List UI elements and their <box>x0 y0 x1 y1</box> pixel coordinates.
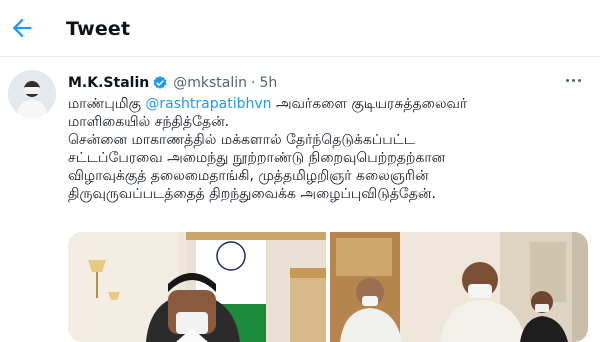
tweet-photo-2[interactable] <box>330 232 588 342</box>
tweet-line: விழாவுக்குத் தலைமைதாங்கி, முத்தமிழறிஞர் … <box>68 168 429 184</box>
author-row: M.K.Stalin @mkstalin · 5h <box>68 73 277 93</box>
tweet-line: சென்னை மாகாணத்தில் மக்களால் தேர்ந்தெடுக்… <box>68 132 415 148</box>
more-horizontal-icon <box>566 78 569 82</box>
avatar-image <box>8 70 56 118</box>
page-title: Tweet <box>66 18 131 40</box>
arrow-left-icon <box>12 18 32 38</box>
author-handle[interactable]: @mkstalin <box>173 75 247 91</box>
tweet-timestamp[interactable]: 5h <box>259 75 277 91</box>
back-button[interactable] <box>8 14 36 42</box>
tweet-line: சட்டப்பேரவை அமைந்து நூற்றாண்டு நிறைவுபெற… <box>68 150 446 166</box>
photo-image <box>330 232 588 342</box>
mention-link[interactable]: @rashtrapatibhvn <box>145 96 271 112</box>
tweet-photo-1[interactable] <box>68 232 326 342</box>
author-name[interactable]: M.K.Stalin <box>68 75 149 91</box>
photo-image <box>68 232 326 342</box>
tweet-text: மாண்புமிகு @rashtrapatibhvn அவர்களை குடி… <box>68 95 588 203</box>
verified-badge-icon <box>153 76 167 89</box>
tweet-line: திருவுருவப்படத்தைத் திறந்துவைக்க அழைப்பு… <box>68 186 436 202</box>
tweet-line: மாளிகையில் சந்தித்தேன். <box>68 114 230 130</box>
author-avatar[interactable] <box>8 70 56 118</box>
dot-separator: · <box>250 75 256 91</box>
header-divider <box>0 56 600 57</box>
more-options-button[interactable] <box>566 73 586 87</box>
tweet-line: மாண்புமிகு @rashtrapatibhvn அவர்களை குடி… <box>68 96 468 112</box>
header-bar: Tweet <box>0 0 600 62</box>
media-grid <box>68 232 588 342</box>
